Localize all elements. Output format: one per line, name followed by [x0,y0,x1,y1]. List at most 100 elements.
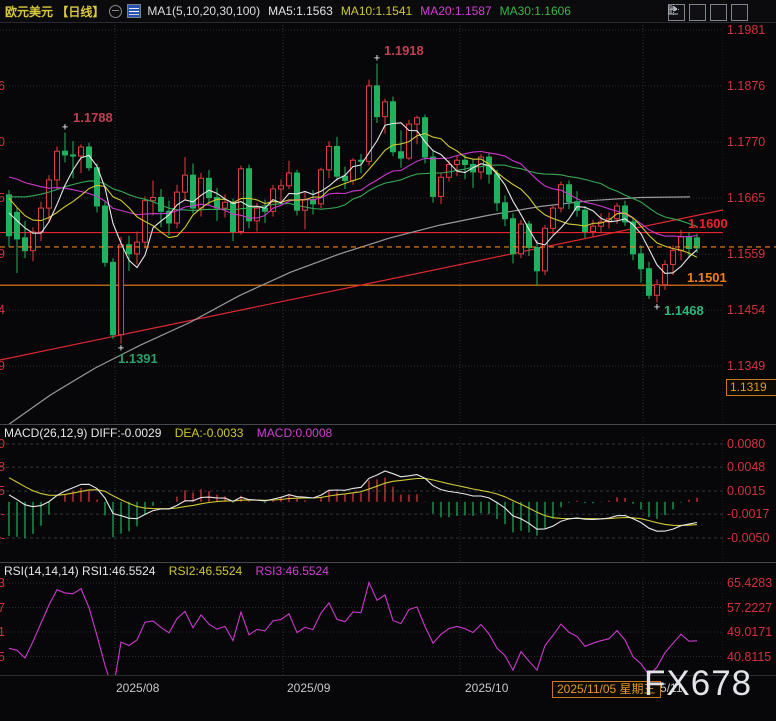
extreme-marker: + [654,302,660,314]
trading-app-window: ++++ 欧元美元 【日线】 MA1(5,10,20,30,100) MA5:1… [0,0,776,721]
macd-axis-label-left: 0.0015 [0,484,5,498]
candle [519,224,524,254]
candle [431,157,436,196]
macd-header: MACD(26,12,9) DIFF:-0.0029 DEA:-0.0033 M… [0,426,720,440]
candle [399,152,404,158]
macd-axis-label-left: -0.0017 [0,507,5,521]
hline-price-label: 1.1600 [688,216,728,231]
macd-axis-label-left: 0.0048 [0,460,5,474]
macd-macd-value: MACD:0.0008 [257,426,332,440]
candle [335,146,340,176]
candle [503,203,508,219]
macd-axis-label: -0.0017 [727,507,776,521]
candle [23,238,28,251]
candle [135,242,140,254]
crosshair-price-box: 1.1319 [726,379,776,396]
rsi-axis-label: 57.2227 [727,601,776,615]
y-axis-label-left: 1.1770 [0,135,5,149]
ma5-line [9,123,697,274]
candle [375,86,380,117]
candle [255,208,260,221]
macd-axis-label: 0.0080 [727,437,776,451]
y-axis-label: 1.1454 [727,303,776,317]
y-axis-label-left: 1.1876 [0,79,5,93]
candle [615,206,620,219]
candle [71,155,76,156]
candle [279,186,284,189]
candle [55,151,60,180]
watermark-logo: FX678 [644,664,752,704]
y-axis-label-left: 1.1349 [0,359,5,373]
candle [191,175,196,208]
macd-title-diff: MACD(26,12,9) DIFF:-0.0029 [4,426,161,440]
rsi-axis-label-left: 49.0171 [0,625,5,639]
x-axis-month-label: 2025/09 [287,681,330,695]
candle [527,224,532,247]
price-annotation: 1.1391 [118,351,158,366]
candle [535,247,540,270]
candle [439,177,444,196]
rsi-axis-label: 40.8115 [727,650,776,664]
axis-play-icon[interactable] [710,4,727,21]
candle [15,212,20,239]
candle [231,202,236,231]
indicator-chart-icon[interactable] [127,4,141,18]
y-axis-label: 1.1349 [727,359,776,373]
macd-panel [0,437,723,562]
candle [327,146,332,169]
macd-axis-label: 0.0015 [727,484,776,498]
rsi2-value: RSI2:46.5524 [169,564,242,578]
candle [63,151,68,155]
candle [351,160,356,180]
candle [383,102,388,117]
y-axis-label-left: 1.1559 [0,247,5,261]
chart-canvas[interactable]: ++++ [0,0,776,721]
candle [463,160,468,164]
candle [127,245,132,254]
candle [543,228,548,271]
macd-axis-label: 0.0048 [727,460,776,474]
extreme-marker: + [62,122,68,134]
hline-price-label: 1.1501 [687,270,727,285]
main-price-panel [0,25,723,427]
y-axis-label: 1.1876 [727,79,776,93]
extreme-marker: + [374,52,380,64]
candle [639,254,644,269]
axis-zoom-icon[interactable] [689,4,706,21]
candle [247,169,252,221]
rsi-panel [0,578,723,691]
candle [591,226,596,231]
toolbar [668,4,748,21]
candle [31,232,36,251]
rsi-header: RSI(14,14,14) RSI1:46.5524 RSI2:46.5524 … [0,564,720,578]
price-annotation: 1.1918 [384,43,424,58]
candle [359,160,364,161]
candle [239,169,244,232]
y-axis-label: 1.1981 [727,23,776,37]
candle [647,269,652,296]
ma30-value: MA30:1.1606 [500,4,571,18]
collapse-icon[interactable] [109,5,122,18]
axis-shift-icon[interactable] [731,4,748,21]
rsi-axis-label-left: 57.2227 [0,601,5,615]
ma10-line [9,134,697,258]
candle [679,237,684,251]
main-macd-divider [0,424,776,425]
candle [423,118,428,157]
candle [287,173,292,186]
candle [111,262,116,334]
candle [559,185,564,208]
candle [103,206,108,262]
candle [343,176,348,180]
price-annotation: 1.1788 [73,110,113,125]
macd-dea-value: DEA:-0.0033 [175,426,244,440]
rsi-axis-label: 49.0171 [727,625,776,639]
price-annotation: 1.1468 [664,303,704,318]
macd-axis-label: -0.0050 [727,531,776,545]
y-axis-label-left: 1.1454 [0,303,5,317]
rsi-axis-label-left: 40.8115 [0,650,5,664]
ma5-value: MA5:1.1563 [268,4,333,18]
candle [79,147,84,156]
candle [663,264,668,284]
candle [207,178,212,197]
